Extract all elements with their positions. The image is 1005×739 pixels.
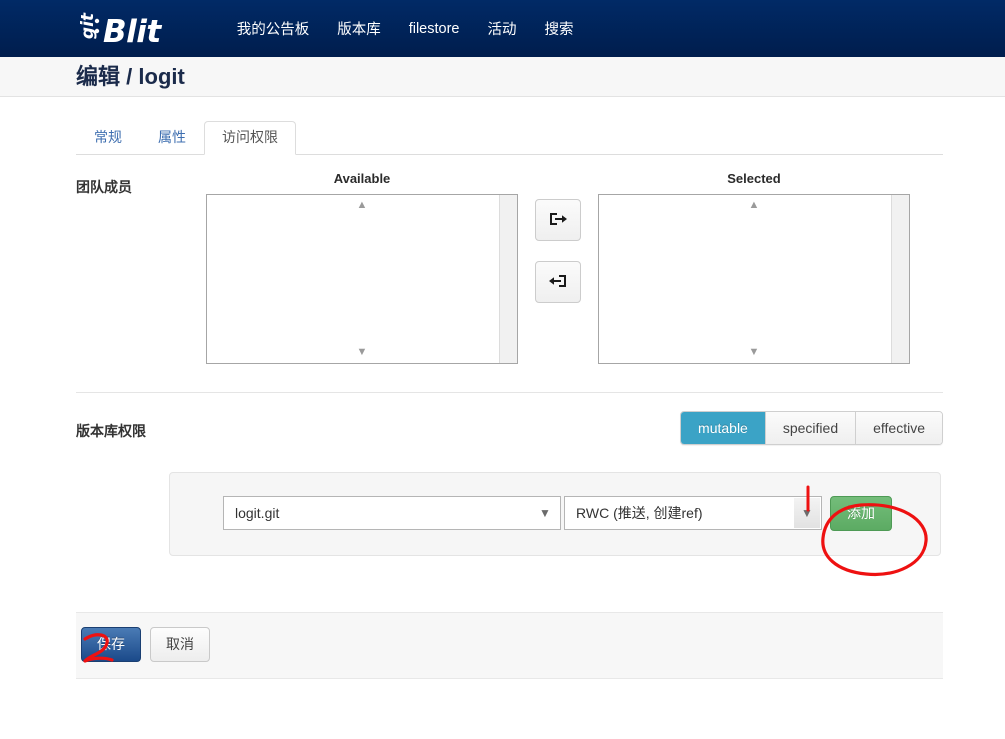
save-button[interactable]: 保存 [81,626,141,662]
tabs-container: 常规 属性 访问权限 [0,97,1005,155]
view-mode-mutable[interactable]: mutable [681,412,766,444]
available-scroll-up-icon[interactable]: ▲ [207,197,517,214]
arrow-into-box-right-icon [548,209,568,232]
move-to-available-button[interactable] [535,261,581,303]
main-content: 团队成员 Available ▲ ▼ Selected ▲ ▼ 版本库权限 mu… [0,155,943,556]
tab-properties[interactable]: 属性 [140,121,204,155]
tab-list: 常规 属性 访问权限 [76,119,943,155]
view-mode-specified[interactable]: specified [765,412,857,444]
add-permission-button[interactable]: 添加 [830,496,892,531]
page-title-prefix: 编辑 [76,63,121,89]
cancel-button[interactable]: 取消 [150,626,210,662]
team-members-palette: Available ▲ ▼ Selected ▲ ▼ [206,171,943,364]
tab-access-permissions[interactable]: 访问权限 [204,121,296,155]
available-scroll-down-icon[interactable]: ▼ [207,344,517,361]
page-title-separator: / [126,63,133,89]
repo-permissions-header: 版本库权限 mutable specified effective [76,411,943,445]
repository-select-value: logit.git [235,505,280,522]
view-mode-effective[interactable]: effective [856,412,942,444]
selected-header: Selected [727,171,781,186]
available-listbox[interactable]: ▲ ▼ [206,194,518,364]
nav-my-dashboard[interactable]: 我的公告板 [223,18,324,39]
page-header: 编辑 / logit [0,57,1005,97]
available-column: Available ▲ ▼ [206,171,518,364]
permission-view-mode-group: mutable specified effective [680,411,943,445]
nav-filestore[interactable]: filestore [395,21,474,37]
brand-name: Blit [103,13,161,50]
page-title-repo-name: logit [138,63,185,89]
nav-search[interactable]: 搜索 [530,18,587,39]
selected-listbox[interactable]: ▲ ▼ [598,194,910,364]
form-action-bar: 保存 取消 [76,611,943,679]
available-scrollbar-track[interactable] [499,195,517,363]
selected-scroll-up-icon[interactable]: ▲ [599,197,909,214]
nav-repositories[interactable]: 版本库 [323,18,395,39]
selected-scrollbar-track[interactable] [891,195,909,363]
top-navigation-bar: git Blit 我的公告板 版本库 filestore 活动 搜索 [0,0,1005,57]
section-divider [76,392,943,393]
palette-transfer-buttons [535,171,581,303]
svg-text:git: git [78,12,98,39]
permission-level-select[interactable]: RWC (推送, 创建ref) ▼ [564,496,822,531]
page-title: 编辑 / logit [76,63,185,89]
permission-level-select-value: RWC (推送, 创建ref) [576,505,703,522]
repository-select[interactable]: logit.git ▼ [223,496,561,531]
chevron-down-icon: ▼ [794,498,820,529]
nav-activity[interactable]: 活动 [473,18,530,39]
available-header: Available [333,171,391,186]
chevron-down-icon: ▼ [539,506,551,521]
nav-links: 我的公告板 版本库 filestore 活动 搜索 [223,18,588,39]
selected-column: Selected ▲ ▼ [598,171,910,364]
brand-logo[interactable]: git Blit [72,10,161,48]
arrow-into-box-left-icon [548,271,568,294]
git-mark-icon: git [72,10,102,42]
selected-scroll-down-icon[interactable]: ▼ [599,344,909,361]
move-to-selected-button[interactable] [535,199,581,241]
team-members-section: 团队成员 Available ▲ ▼ Selected ▲ ▼ [76,171,943,364]
add-permission-panel: logit.git ▼ RWC (推送, 创建ref) ▼ 添加 [169,472,941,556]
team-members-label: 团队成员 [76,179,132,195]
tab-general[interactable]: 常规 [76,121,140,155]
repo-permissions-label: 版本库权限 [76,423,146,439]
